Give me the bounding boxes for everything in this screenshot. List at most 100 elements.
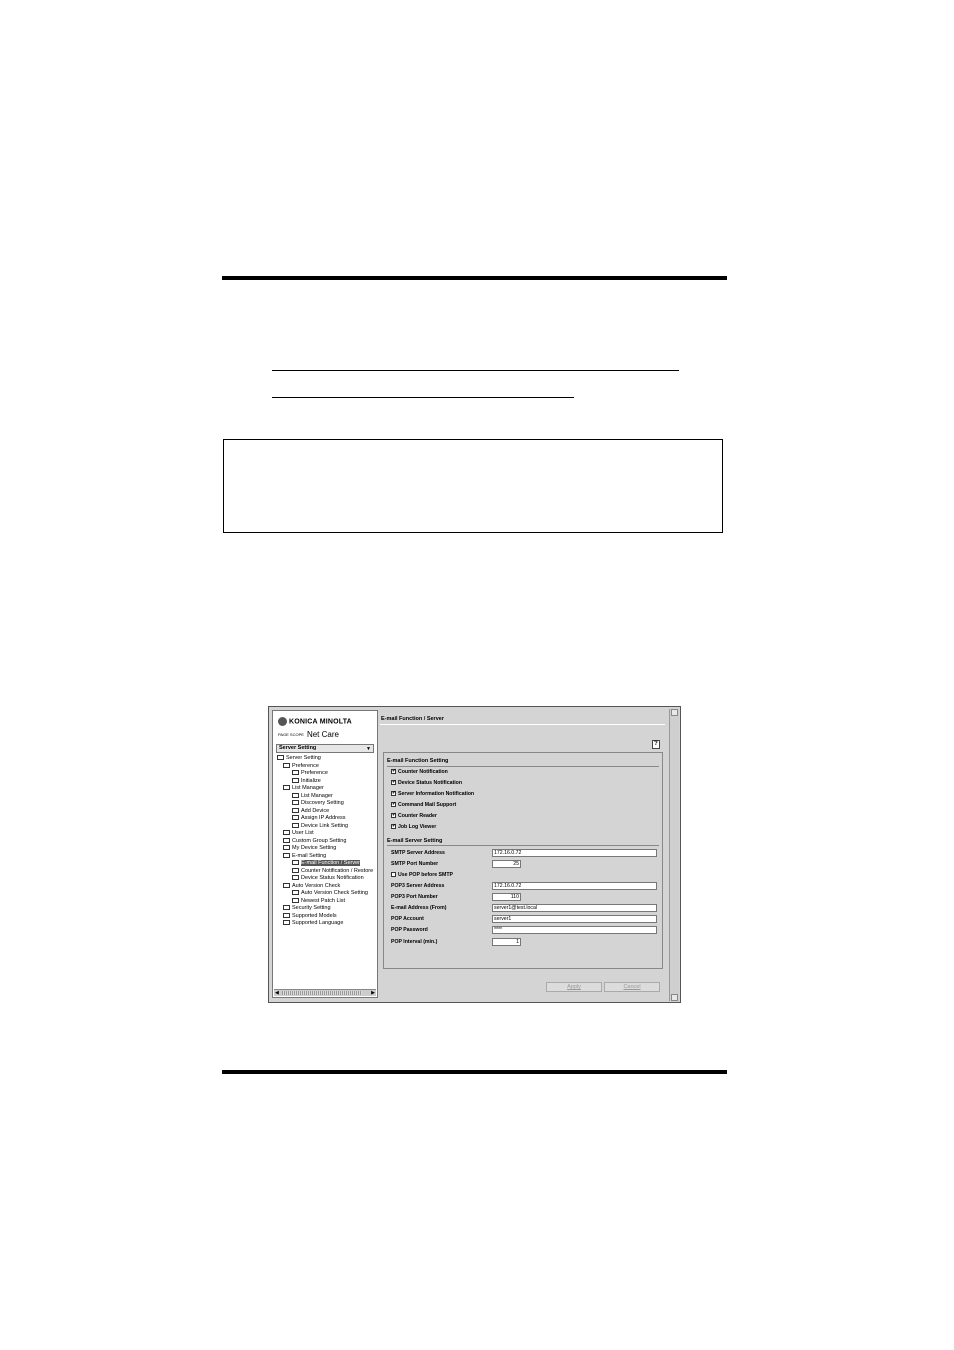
key-icon [283, 905, 290, 911]
feature-checkbox[interactable]: ✔ Counter Notification [391, 769, 448, 775]
feature-checkbox[interactable]: ✔ Device Status Notification [391, 780, 462, 786]
feature-checkbox-label: Job Log Viewer [398, 824, 437, 830]
page-icon [292, 890, 299, 896]
device-icon [292, 807, 299, 813]
selector-value: Server Setting [279, 745, 317, 751]
checkmark-icon[interactable]: ✔ [391, 824, 396, 830]
help-button[interactable]: ? [652, 740, 660, 749]
page-icon [292, 815, 299, 821]
tree-item[interactable]: Auto Version Check Setting [292, 890, 368, 897]
konica-minolta-logo: KONICA MINOLTA [278, 717, 352, 726]
tree-item[interactable]: List Manager [292, 793, 333, 800]
tree-item[interactable]: Device Link Setting [292, 823, 348, 830]
tree-item-label: Device Status Notification [301, 875, 364, 881]
header-rule [222, 276, 727, 280]
pop3-port-field[interactable]: 110 [492, 893, 521, 901]
page-icon [292, 800, 299, 806]
panel-title: E-mail Function / Server [381, 716, 444, 722]
tree-item-label: My Device Setting [292, 845, 337, 851]
link-icon [292, 822, 299, 828]
tree-item-label: Preference [301, 770, 328, 776]
tree-item[interactable]: Supported Models [283, 913, 337, 920]
checkmark-icon[interactable]: ✔ [391, 780, 396, 786]
scroll-thumb[interactable] [282, 991, 362, 995]
apply-button[interactable]: Apply [546, 982, 602, 992]
tree-item[interactable]: Auto Version Check [283, 883, 340, 890]
tree-item-label: Assign IP Address [301, 815, 346, 821]
setting-selector[interactable]: Server Setting ▼ [276, 744, 374, 753]
printer-icon [283, 912, 290, 918]
tree-item-label: List Manager [292, 785, 324, 791]
page-icon [292, 770, 299, 776]
tree-item-label: Auto Version Check Setting [301, 890, 368, 896]
cancel-button[interactable]: Cancel [604, 982, 660, 992]
checkmark-icon[interactable]: ✔ [391, 791, 396, 797]
pop-account-label: POP Account [391, 916, 424, 922]
email-from-label: E-mail Address (From) [391, 905, 447, 911]
checkmark-icon[interactable]: ✔ [391, 802, 396, 808]
feature-checkbox[interactable]: ✔ Command Mail Support [391, 802, 456, 808]
tree-item-label: Device Link Setting [301, 822, 349, 829]
netcare-window: KONICA MINOLTA PAGE SCOPE Net Care Server… [268, 706, 681, 1003]
tree-item-label: Discovery Setting [301, 800, 344, 806]
vertical-scrollbar[interactable] [669, 709, 679, 1001]
smtp-port-field[interactable]: 25 [492, 860, 521, 868]
tree-item[interactable]: Newest Patch List [292, 898, 345, 905]
scroll-right-icon[interactable]: ▶ [371, 990, 375, 996]
tree-item[interactable]: Custom Group Setting [283, 838, 346, 845]
tree-item[interactable]: Add Device [292, 808, 329, 815]
settings-frame: E-mail Function Setting ✔ Counter Notific… [383, 752, 663, 969]
tree-item[interactable]: My Device Setting [283, 845, 336, 852]
footer-rule [222, 1070, 727, 1074]
checkbox-box[interactable] [391, 872, 396, 878]
tree-item[interactable]: Initialize [292, 778, 321, 785]
settings-tree: Server Setting Preference Preference Initia… [275, 755, 377, 987]
page-icon [292, 792, 299, 798]
folder-icon [283, 785, 290, 791]
feature-checkbox[interactable]: ✔ Server Information Notification [391, 791, 474, 797]
tree-item-label: Server Setting [286, 755, 321, 761]
product-name: Net Care [306, 730, 339, 739]
tree-item[interactable]: Supported Language [283, 920, 343, 927]
tree-item[interactable]: E-mail Function / Server [292, 860, 360, 867]
server-section-heading: E-mail Server Setting [387, 838, 443, 844]
pop3-address-field[interactable]: 172.16.0.72 [492, 882, 657, 890]
tree-item[interactable]: User List [283, 830, 314, 837]
email-from-field[interactable]: server1@test.local [492, 904, 657, 912]
tree-item-label: Custom Group Setting [292, 837, 347, 844]
horizontal-scrollbar[interactable]: ◀ ▶ [274, 989, 376, 996]
tree-item[interactable]: Discovery Setting [292, 800, 344, 807]
pop-interval-field[interactable]: 1 [492, 938, 521, 946]
scroll-down-icon[interactable] [671, 994, 678, 1001]
tree-item[interactable]: E-mail Setting [283, 853, 326, 860]
pop-before-smtp-checkbox[interactable]: Use POP before SMTP [391, 872, 453, 878]
tree-item-label: Auto Version Check [292, 882, 341, 889]
checkmark-icon[interactable]: ✔ [391, 769, 396, 775]
tree-item[interactable]: Preference [292, 770, 328, 777]
pop-account-field[interactable]: server1 [492, 915, 657, 923]
smtp-address-field[interactable]: 172.16.0.72 [492, 849, 657, 857]
tree-item[interactable]: Server Setting [277, 755, 321, 762]
pop-password-field[interactable]: **** [492, 926, 657, 934]
tree-item-label: Add Device [301, 807, 330, 814]
tree-item[interactable]: Counter Notification / Restore [292, 868, 373, 875]
tree-item[interactable]: Preference [283, 763, 319, 770]
scroll-up-icon[interactable] [671, 709, 678, 716]
brand-mark-icon [278, 717, 287, 726]
feature-checkbox-label: Device Status Notification [398, 780, 462, 786]
tree-item[interactable]: Device Status Notification [292, 875, 364, 882]
feature-checkbox-label: Counter Reader [398, 813, 437, 819]
scroll-left-icon[interactable]: ◀ [275, 990, 279, 996]
group-icon [283, 837, 290, 843]
dropdown-arrow-icon[interactable]: ▼ [366, 746, 371, 753]
tree-item[interactable]: Assign IP Address [292, 815, 346, 822]
feature-checkbox[interactable]: ✔ Job Log Viewer [391, 824, 436, 830]
device-icon [283, 845, 290, 851]
pop3-address-label: POP3 Server Address [391, 883, 445, 889]
feature-checkbox[interactable]: ✔ Counter Reader [391, 813, 437, 819]
page-icon [292, 860, 299, 866]
tree-item[interactable]: List Manager [283, 785, 324, 792]
checkmark-icon[interactable]: ✔ [391, 813, 396, 819]
tree-item-label: E-mail Setting [292, 852, 327, 859]
tree-item[interactable]: Security Setting [283, 905, 331, 912]
